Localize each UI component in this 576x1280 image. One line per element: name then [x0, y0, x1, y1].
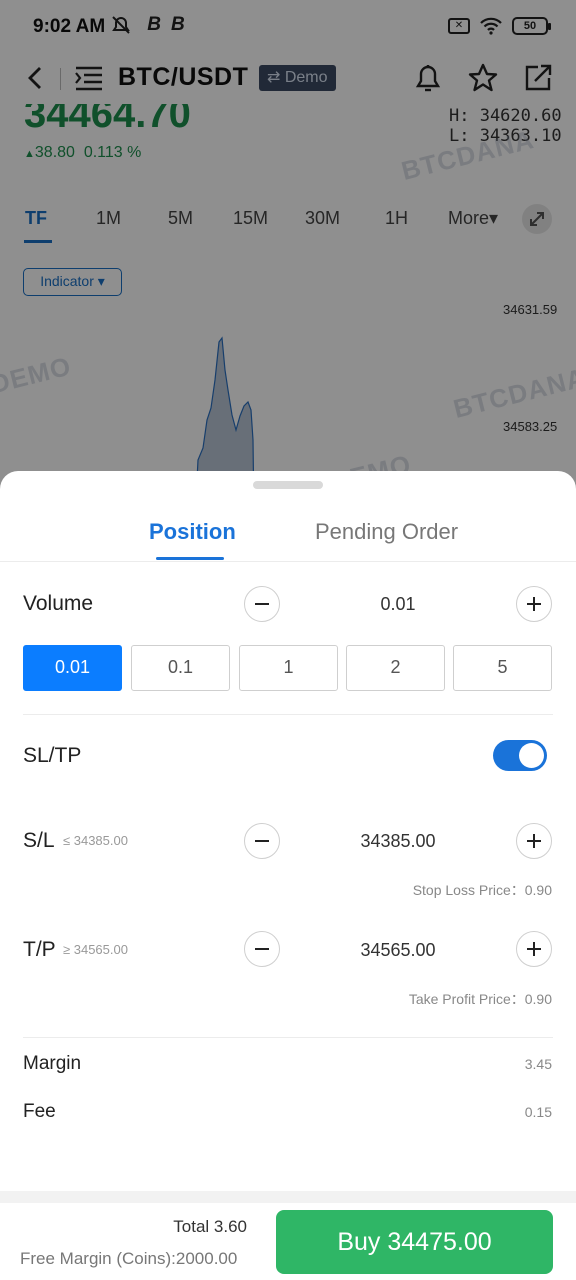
sl-decrease-button[interactable] — [244, 823, 280, 859]
volume-option[interactable]: 0.01 — [23, 645, 122, 691]
tp-label: T/P — [23, 938, 56, 961]
tab-pending-order[interactable]: Pending Order — [315, 519, 458, 545]
sl-value[interactable]: 34385.00 — [298, 831, 498, 852]
modal-overlay[interactable] — [0, 0, 576, 520]
volume-option[interactable]: 1 — [239, 645, 338, 691]
volume-label: Volume — [23, 592, 94, 615]
stop-loss-price-note: Stop Loss Price：0.90 — [412, 882, 552, 898]
margin-label: Margin — [23, 1053, 82, 1074]
divider — [23, 714, 553, 715]
sltp-toggle[interactable] — [493, 740, 547, 771]
volume-option[interactable]: 2 — [346, 645, 445, 691]
sl-label: S/L — [23, 829, 55, 852]
order-footer: Total 3.60 Free Margin (Coins):2000.00 B… — [0, 1191, 576, 1280]
sheet-handle[interactable] — [253, 481, 323, 489]
divider — [0, 561, 576, 562]
order-sheet: Position Pending Order Volume 0.01 0.01 … — [0, 471, 576, 1280]
tab-underline — [156, 557, 224, 560]
volume-option[interactable]: 0.1 — [131, 645, 230, 691]
tp-value[interactable]: 34565.00 — [298, 940, 498, 961]
sltp-label: SL/TP — [23, 744, 82, 767]
take-profit-price-note: Take Profit Price：0.90 — [408, 991, 552, 1007]
tp-hint: ≥ 34565.00 — [63, 942, 128, 957]
tp-decrease-button[interactable] — [244, 931, 280, 967]
toggle-knob — [519, 743, 544, 768]
sl-increase-button[interactable] — [516, 823, 552, 859]
buy-button[interactable]: Buy 34475.00 — [276, 1210, 553, 1274]
margin-value: 3.45 — [524, 1056, 552, 1072]
volume-value[interactable]: 0.01 — [298, 594, 498, 615]
volume-increase-button[interactable] — [516, 586, 552, 622]
volume-option[interactable]: 5 — [453, 645, 552, 691]
volume-decrease-button[interactable] — [244, 586, 280, 622]
free-margin: Free Margin (Coins):2000.00 — [20, 1249, 238, 1268]
tp-increase-button[interactable] — [516, 931, 552, 967]
divider — [23, 1037, 553, 1038]
fee-value: 0.15 — [524, 1104, 552, 1120]
fee-label: Fee — [23, 1101, 56, 1122]
tab-position[interactable]: Position — [149, 519, 236, 545]
sl-hint: ≤ 34385.00 — [63, 833, 128, 848]
total-amount: Total 3.60 — [173, 1217, 247, 1236]
